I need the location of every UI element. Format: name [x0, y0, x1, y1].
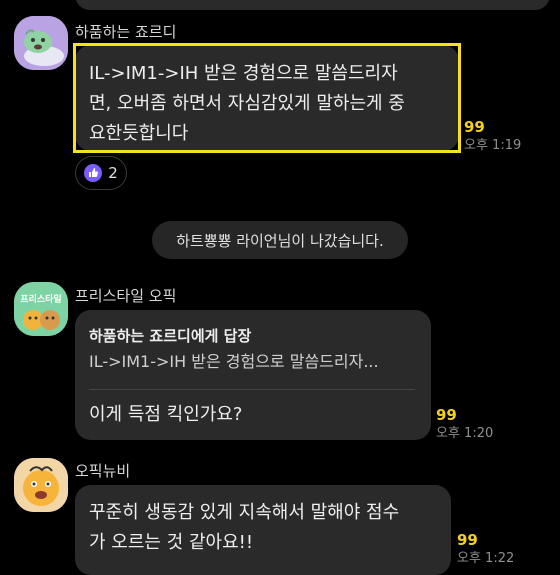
- message-text: 이게 득점 킥인가요?: [89, 404, 243, 425]
- system-notice: 하트뿅뿅 라이언님이 나갔습니다.: [152, 221, 408, 259]
- reply-quote[interactable]: IL->IM1->IH 받은 경험으로 말씀드리자...: [89, 349, 415, 375]
- reply-title: 하품하는 죠르디에게 답장: [89, 327, 252, 345]
- freestyle-avatar-icon: [14, 282, 68, 336]
- jordy-dinosaur-icon: [14, 16, 68, 70]
- sender-name: 오픽뉴비: [75, 462, 131, 480]
- highlight-box: [73, 43, 461, 153]
- message-line: 꾸준히 생동감 있게 지속해서 말해야 점수: [89, 502, 400, 523]
- sender-name: 하품하는 죠르디: [75, 23, 177, 41]
- message-bubble[interactable]: 꾸준히 생동감 있게 지속해서 말해야 점수 가 오르는 것 같아요!!: [75, 485, 451, 575]
- message-meta: 99 오후 1:19: [464, 118, 521, 156]
- timestamp: 오후 1:19: [464, 138, 522, 153]
- avatar-jordy[interactable]: [14, 16, 68, 70]
- unread-count: 99: [464, 118, 485, 136]
- sender-name: 프리스타일 오픽: [75, 287, 177, 305]
- previous-message-bubble[interactable]: [75, 0, 550, 10]
- avatar-freestyle-opic[interactable]: 프리스타일: [14, 282, 68, 336]
- message-meta: 99 오후 1:22: [457, 531, 514, 569]
- reaction-thumbs-up-button[interactable]: 2: [75, 156, 127, 190]
- newbie-character-icon: [14, 458, 68, 512]
- message-text: 꾸준히 생동감 있게 지속해서 말해야 점수 가 오르는 것 같아요!!: [89, 498, 451, 558]
- message-meta: 99 오후 1:20: [436, 406, 493, 444]
- reaction-count: 2: [108, 164, 118, 182]
- unread-count: 99: [457, 531, 478, 549]
- avatar-label: 프리스타일: [20, 295, 62, 305]
- timestamp: 오후 1:22: [457, 551, 515, 566]
- avatar-opic-newbie[interactable]: [14, 458, 68, 512]
- unread-count: 99: [436, 406, 457, 424]
- reply-divider: [89, 389, 415, 390]
- reply-message-bubble[interactable]: 하품하는 죠르디에게 답장 IL->IM1->IH 받은 경험으로 말씀드리자.…: [75, 310, 431, 440]
- timestamp: 오후 1:20: [436, 426, 494, 441]
- thumbs-up-icon: [84, 164, 103, 182]
- message-line: 가 오르는 것 같아요!!: [89, 532, 254, 553]
